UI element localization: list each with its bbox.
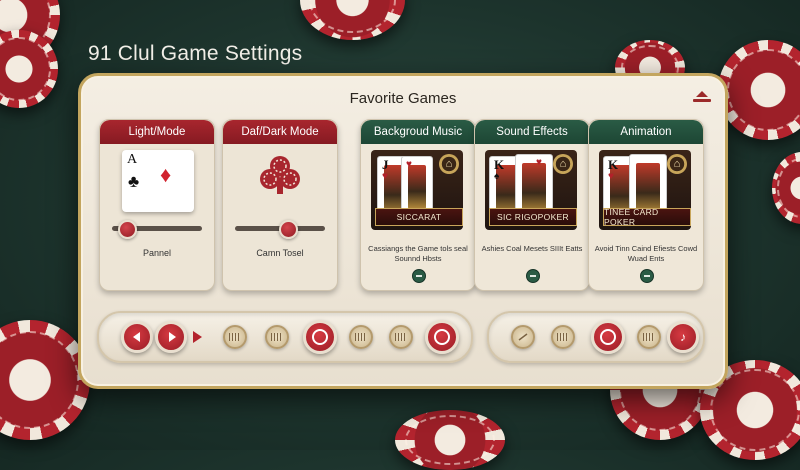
collapse-icon[interactable] [691, 91, 713, 105]
card-header: Light/Mode [100, 120, 214, 144]
game-description: Cassiangs the Game tols seal Sounnd Hbst… [368, 244, 468, 263]
club-icon: ♣ [128, 172, 140, 191]
card-caption: Pannel [142, 248, 172, 258]
ace-of-diamonds-card: A ♣ ♦ [122, 150, 194, 212]
effects-control-bar: ♪ [487, 311, 705, 363]
game-description: Avoid Tinn Caind Efiests Cowd Wuad Ents [594, 244, 698, 263]
record-button[interactable] [303, 320, 337, 354]
game-name-ribbon: SICCARAT [375, 208, 463, 226]
card-header: Animation [589, 120, 703, 144]
app-title: 91 Clul Game Settings [88, 42, 303, 65]
card-header: Sound Effects [475, 120, 589, 144]
chip-button[interactable] [349, 325, 373, 349]
game-description: Ashies Coal Mesets SIIIt Eatts [481, 244, 583, 253]
slider-knob[interactable] [279, 220, 298, 239]
music-note-icon[interactable]: ♪ [667, 321, 699, 353]
mode-slider[interactable] [235, 220, 325, 239]
home-icon[interactable]: ⌂ [439, 154, 459, 174]
dark-mode-card[interactable]: Daf/Dark Mode Camn Tosel [222, 119, 338, 291]
home-icon[interactable]: ⌂ [667, 154, 687, 174]
game-name-ribbon: SIC RIGOPOKER [489, 208, 577, 226]
stop-button[interactable] [425, 320, 459, 354]
diamond-icon: ♦ [160, 162, 172, 187]
chip-button[interactable] [551, 325, 575, 349]
poker-chip-icon [772, 152, 800, 224]
chip-button[interactable] [637, 325, 661, 349]
panel-title: Favorite Games [349, 90, 457, 107]
poker-chip-icon [300, 0, 405, 40]
card-rank: A [127, 152, 138, 167]
play-button[interactable] [155, 321, 187, 353]
club-chip-icon [257, 152, 303, 198]
home-icon[interactable]: ⌂ [553, 154, 573, 174]
next-button[interactable] [189, 329, 205, 345]
card-caption: Camn Tosel [256, 248, 304, 258]
card-header: Backgroud Music [361, 120, 475, 144]
record-button[interactable] [591, 320, 625, 354]
animation-card[interactable]: Animation K ♥ ⌂ TINEE CARD POKER Avoid T… [588, 119, 704, 291]
sound-effects-card[interactable]: Sound Effects K ♠ ♥ ⌂ SIC RIGOPOKER Ashi… [474, 119, 590, 291]
game-name-ribbon: TINEE CARD POKER [603, 207, 691, 227]
chip-button[interactable] [389, 325, 413, 349]
mode-slider[interactable] [112, 220, 202, 239]
toggle-button[interactable] [640, 269, 654, 283]
playback-control-bar [97, 311, 473, 363]
poker-chip-icon [0, 320, 90, 440]
previous-button[interactable] [121, 321, 153, 353]
toggle-button[interactable] [412, 269, 426, 283]
settings-panel: Favorite Games Light/Mode A ♣ ♦ Pannel D… [78, 73, 728, 389]
background-music-card[interactable]: Backgroud Music J ♥ ♥ ⌂ SICCARAT Cassian… [360, 119, 476, 291]
chip-button[interactable] [223, 325, 247, 349]
slider-knob[interactable] [118, 220, 137, 239]
poker-chip-icon [718, 40, 800, 140]
chip-button[interactable] [265, 325, 289, 349]
poker-chip-icon [395, 410, 505, 470]
toggle-button[interactable] [526, 269, 540, 283]
volume-knob-icon[interactable] [511, 325, 535, 349]
card-header: Daf/Dark Mode [223, 120, 337, 144]
light-mode-card[interactable]: Light/Mode A ♣ ♦ Pannel [99, 119, 215, 291]
